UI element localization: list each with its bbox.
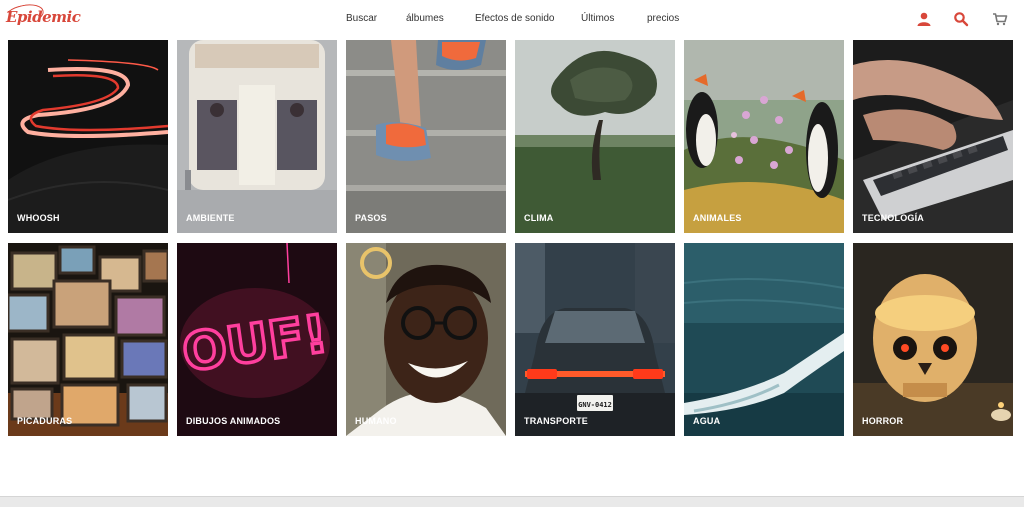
search-icon[interactable] [953,11,969,27]
category-label: AMBIENTE [186,213,235,223]
category-tile-picaduras[interactable]: PICADURAS [8,243,168,436]
nav-link-sound-effects[interactable]: Efectos de sonido [475,13,555,24]
horizontal-scrollbar[interactable] [0,496,1024,507]
category-tile-horror[interactable]: HORROR [853,243,1013,436]
category-label: DIBUJOS ANIMADOS [186,416,281,426]
category-tile-pasos[interactable]: PASOS [346,40,506,233]
category-label: AGUA [693,416,721,426]
stairs-steps-image [346,40,506,233]
top-navigation-bar: Epidemic Buscar álbumes Efectos de sonid… [0,0,1024,38]
category-label: PASOS [355,213,387,223]
subway-car-image [177,40,337,233]
cart-icon[interactable] [992,11,1008,27]
category-tile-dibujos-animados[interactable]: OUF! DIBUJOS ANIMADOS [177,243,337,436]
neon-sign-image: OUF! [177,243,337,436]
light-trails-image [8,40,168,233]
nav-link-search[interactable]: Buscar [346,13,377,24]
category-tile-tecnologia[interactable]: TECNOLOGÍA [853,40,1013,233]
car-rear-image: GNV-0412 [515,243,675,436]
category-tile-transporte[interactable]: GNV-0412 TRANSPORTE [515,243,675,436]
category-tile-clima[interactable]: CLIMA [515,40,675,233]
category-label: WHOOSH [17,213,60,223]
ocean-wave-image [684,243,844,436]
license-plate-text: GNV-0412 [578,401,612,409]
category-tile-whoosh[interactable]: WHOOSH [8,40,168,233]
skull-lamp-image [853,243,1013,436]
user-icon[interactable] [916,11,932,27]
category-tile-humano[interactable]: HUMANO [346,243,506,436]
category-label: TECNOLOGÍA [862,213,924,223]
nav-link-pricing[interactable]: precios [647,13,679,24]
category-label: PICADURAS [17,416,73,426]
smiling-child-image [346,243,506,436]
puffins-image [684,40,844,233]
category-label: HORROR [862,416,904,426]
logo[interactable]: Epidemic [6,8,81,26]
category-tile-animales[interactable]: ANIMALES [684,40,844,233]
category-label: CLIMA [524,213,554,223]
category-label: ANIMALES [693,213,742,223]
category-label: TRANSPORTE [524,416,589,426]
category-tile-ambiente[interactable]: AMBIENTE [177,40,337,233]
laptop-typing-image [853,40,1013,233]
category-tile-agua[interactable]: AGUA [684,243,844,436]
tv-stack-image [8,243,168,436]
category-label: HUMANO [355,416,397,426]
nav-link-albums[interactable]: álbumes [406,13,444,24]
foggy-tree-image [515,40,675,233]
nav-link-latest[interactable]: Últimos [581,13,614,24]
